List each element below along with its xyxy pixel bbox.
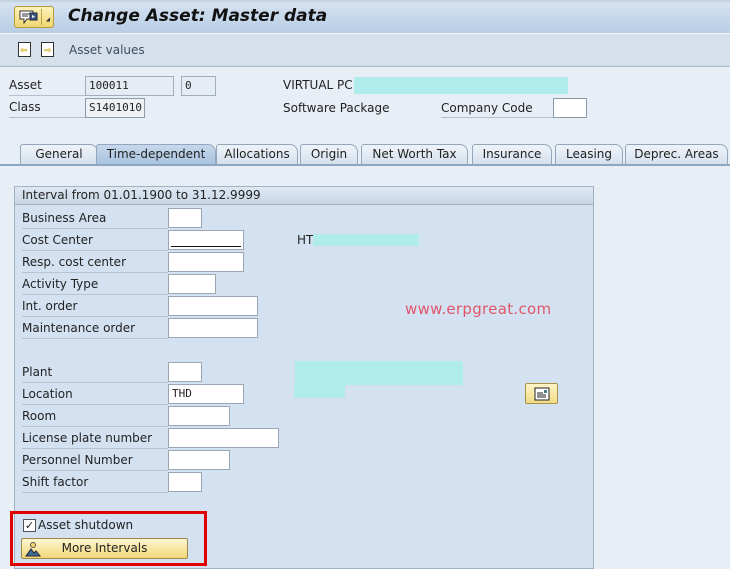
redacted-cost-center-description bbox=[313, 234, 419, 246]
license-plate-label: License plate number bbox=[22, 429, 168, 449]
cost-center-label: Cost Center bbox=[22, 231, 168, 251]
class-field[interactable]: S1401010 bbox=[85, 98, 145, 118]
redacted-location-description bbox=[294, 385, 345, 398]
redacted-asset-description bbox=[354, 77, 568, 94]
asset-description: VIRTUAL PC bbox=[283, 78, 353, 92]
tab-allocations[interactable]: Allocations bbox=[216, 144, 298, 164]
asset-values-button[interactable]: Asset values bbox=[69, 43, 145, 57]
business-area-label: Business Area bbox=[22, 209, 168, 229]
tab-strip-divider bbox=[0, 164, 730, 166]
maintenance-order-label: Maintenance order bbox=[22, 319, 168, 339]
license-plate-field[interactable] bbox=[168, 428, 279, 448]
activity-type-field[interactable] bbox=[168, 274, 216, 294]
plant-field[interactable] bbox=[168, 362, 202, 382]
class-label: Class bbox=[9, 100, 85, 118]
cost-center-cursor-line bbox=[171, 246, 241, 247]
dropdown-arrow-icon bbox=[45, 17, 53, 24]
long-text-button[interactable] bbox=[525, 383, 558, 404]
long-text-icon bbox=[534, 387, 550, 401]
room-field[interactable] bbox=[168, 406, 230, 426]
menu-button[interactable] bbox=[14, 6, 54, 28]
personnel-number-field[interactable] bbox=[168, 450, 230, 470]
next-document-icon[interactable]: ⇨ bbox=[41, 42, 54, 57]
maintenance-order-field[interactable] bbox=[168, 318, 258, 338]
asset-shutdown-label: Asset shutdown bbox=[38, 518, 134, 532]
plant-label: Plant bbox=[22, 363, 168, 383]
cost-center-description: HT bbox=[297, 233, 314, 247]
room-label: Room bbox=[22, 407, 168, 427]
tab-net-worth-tax[interactable]: Net Worth Tax bbox=[361, 144, 468, 164]
more-intervals-button[interactable]: More Intervals bbox=[21, 538, 188, 559]
tab-leasing[interactable]: Leasing bbox=[555, 144, 623, 164]
resp-cost-center-field[interactable] bbox=[168, 252, 244, 272]
tab-deprec-areas[interactable]: Deprec. Areas bbox=[625, 144, 728, 164]
asset-subnumber-field[interactable]: 0 bbox=[181, 76, 216, 96]
tooltip-menu-icon bbox=[19, 10, 38, 25]
tab-general[interactable]: General bbox=[20, 144, 98, 164]
cost-center-field[interactable] bbox=[168, 230, 244, 250]
asset-label: Asset bbox=[9, 78, 85, 96]
int-order-label: Int. order bbox=[22, 297, 168, 317]
redacted-plant-description bbox=[295, 361, 463, 385]
business-area-field[interactable] bbox=[168, 208, 202, 228]
page-title: Change Asset: Master data bbox=[68, 6, 328, 26]
location-field[interactable]: THD bbox=[168, 384, 244, 404]
more-intervals-label: More Intervals bbox=[61, 541, 148, 555]
company-code-label: Company Code bbox=[441, 101, 553, 118]
activity-type-label: Activity Type bbox=[22, 275, 168, 295]
personnel-number-label: Personnel Number bbox=[22, 451, 168, 471]
shift-factor-field[interactable] bbox=[168, 472, 202, 492]
resp-cost-center-label: Resp. cost center bbox=[22, 253, 168, 273]
tab-insurance[interactable]: Insurance bbox=[472, 144, 552, 164]
asset-shutdown-checkbox[interactable]: ✓ bbox=[23, 519, 36, 532]
interval-title: Interval from 01.01.1900 to 31.12.9999 bbox=[14, 186, 594, 205]
asset-number-field[interactable]: 100011 bbox=[85, 76, 174, 96]
shift-factor-label: Shift factor bbox=[22, 473, 168, 493]
watermark-text: www.erpgreat.com bbox=[405, 300, 552, 318]
tab-origin[interactable]: Origin bbox=[300, 144, 358, 164]
tab-time-dependent[interactable]: Time-dependent bbox=[96, 144, 216, 164]
previous-document-icon[interactable]: ⇦ bbox=[18, 42, 31, 57]
location-label: Location bbox=[22, 385, 168, 405]
int-order-field[interactable] bbox=[168, 296, 258, 316]
class-description: Software Package bbox=[283, 101, 390, 115]
company-code-field[interactable] bbox=[553, 98, 587, 118]
landscape-icon bbox=[25, 542, 41, 557]
